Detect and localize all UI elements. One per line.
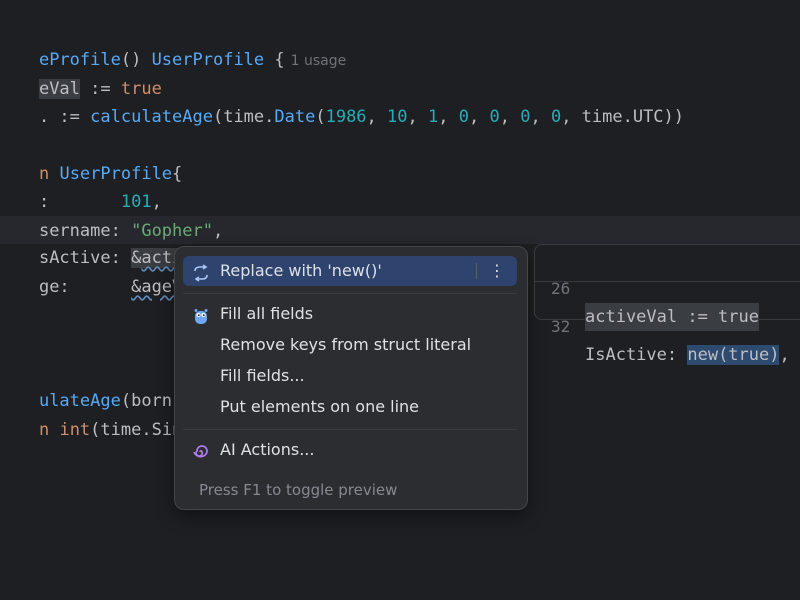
intention-actions-popup: Replace with 'new()' ⋮ Fill all fields R… <box>174 246 528 510</box>
preview-code-old: activeVal := true <box>585 303 759 331</box>
menu-item-fill-all-fields[interactable]: Fill all fields <box>183 299 517 329</box>
function-call: calculateAge <box>90 107 213 127</box>
code-line-4[interactable]: n UserProfile{ <box>0 132 182 184</box>
code-line-7[interactable]: sActive: &activeVal, <box>0 216 244 268</box>
preview-toggle-hint: Press F1 to toggle preview <box>199 481 398 499</box>
replace-icon <box>192 262 210 282</box>
divider <box>535 281 800 282</box>
separator <box>183 429 517 430</box>
preview-line-old: 26 activeVal := true <box>535 247 759 331</box>
ai-spiral-icon <box>192 441 210 459</box>
code-line-3[interactable]: . := calculateAge(time.Date(1986, 10, 1,… <box>0 75 684 127</box>
intention-preview-pane: 26 activeVal := true 32 IsActive: new(tr… <box>534 244 800 365</box>
menu-item-ai-actions[interactable]: AI Actions... <box>183 435 517 465</box>
return-type: UserProfile <box>151 50 265 70</box>
menu-item-label: Fill all fields <box>220 304 314 323</box>
menu-item-label: AI Actions... <box>220 440 315 459</box>
menu-item-label: Put elements on one line <box>220 397 420 416</box>
more-options-icon[interactable]: ⋮ <box>477 256 517 286</box>
menu-item-fill-fields[interactable]: Fill fields... <box>183 361 517 391</box>
gopher-icon <box>192 305 210 324</box>
code-line-2[interactable]: eVal := true <box>0 47 162 99</box>
usage-hint[interactable]: 1 usage <box>291 53 347 69</box>
menu-item-replace-with-new[interactable]: Replace with 'new()' ⋮ <box>183 256 517 286</box>
menu-item-put-on-one-line[interactable]: Put elements on one line <box>183 392 517 422</box>
menu-item-remove-keys[interactable]: Remove keys from struct literal <box>183 330 517 360</box>
code-line-5[interactable]: : 101, <box>0 160 162 212</box>
menu-item-label: Replace with 'new()' <box>220 261 382 280</box>
separator <box>183 293 517 294</box>
menu-item-label: Fill fields... <box>220 366 305 385</box>
preview-line-new: 32 IsActive: new(true), <box>535 285 790 365</box>
code-line-6[interactable]: sername: "Gopher", <box>0 189 223 241</box>
code-line-1[interactable]: eProfile() UserProfile {1 usage <box>0 18 346 70</box>
menu-item-label: Remove keys from struct literal <box>220 335 472 354</box>
preview-code-new: IsActive: new(true), <box>585 345 790 365</box>
line-number: 32 <box>551 317 571 336</box>
